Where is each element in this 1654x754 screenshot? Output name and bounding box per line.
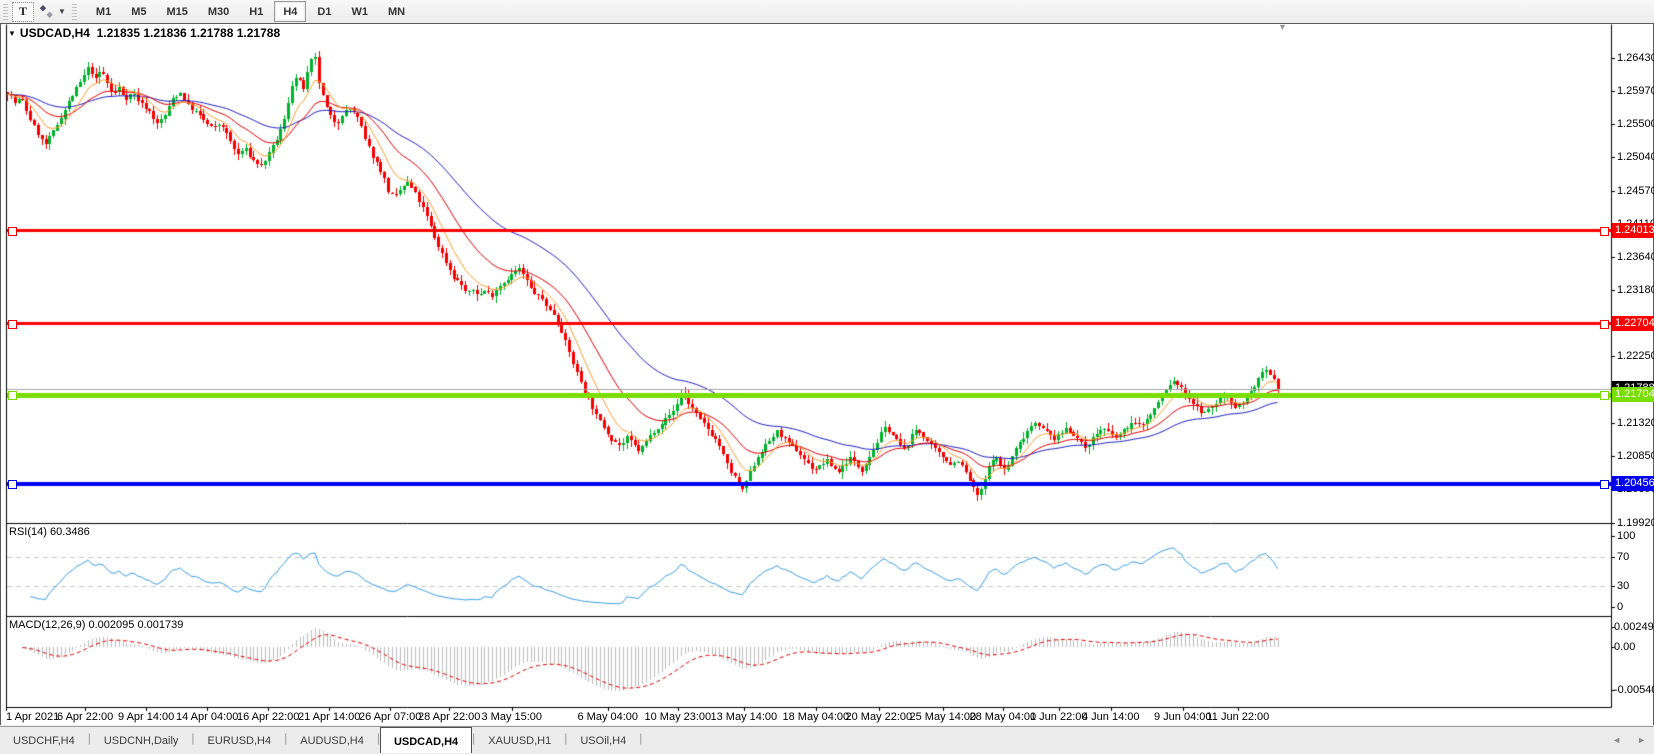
date-axis-label: 18 May 04:00 [783,711,850,723]
date-axis-label: 1 Apr 2021 [6,711,59,723]
date-axis-label: 4 Jun 14:00 [1082,711,1140,723]
line-drag-handle[interactable] [1600,227,1609,236]
chart-tab-usdcnh[interactable]: USDCNH,Daily [91,728,192,751]
price-axis-tick: 1.25040 [1617,151,1654,163]
date-axis-label: 13 May 14:00 [711,711,778,723]
date-axis-label: 21 Apr 14:00 [298,711,360,723]
rsi-axis-tick: 30 [1617,580,1629,592]
price-line-flag-1.24013: 1.24013 [1612,223,1654,238]
style-tool-button[interactable] [36,3,56,21]
rsi-value: 60.3486 [50,526,90,538]
price-axis-tick: 1.23180 [1617,284,1654,296]
chart-tab-eurusd[interactable]: EURUSD,H4 [195,728,285,751]
chart-tab-usdcad[interactable]: USDCAD,H4 [380,727,472,753]
price-axis-tick: 1.23640 [1617,251,1654,263]
price-chart-canvas[interactable] [1,24,1653,725]
date-axis-label: 1 Jun 22:00 [1030,711,1088,723]
macd-signal-value: 0.001739 [137,619,183,631]
date-axis-label: 25 May 14:00 [910,711,977,723]
text-tool-button[interactable]: T [12,2,34,22]
macd-main-value: 0.002095 [88,619,134,631]
price-axis-tick: 1.25970 [1617,85,1654,97]
timeframe-button-m5[interactable]: M5 [122,1,155,22]
macd-axis-tick: 0.00 [1614,641,1635,653]
line-drag-handle[interactable] [1600,480,1609,489]
price-axis-tick: 1.26430 [1617,52,1654,64]
line-drag-handle[interactable] [8,391,17,400]
toolbar-grip[interactable] [3,4,8,20]
chart-dropdown-icon[interactable]: ▼ [8,29,16,38]
date-axis-label: 10 May 23:00 [645,711,712,723]
date-axis-label: 28 Apr 22:00 [418,711,480,723]
shift-marker-icon[interactable]: ▼ [1278,22,1287,32]
timeframe-button-m30[interactable]: M30 [199,1,238,22]
price-axis-tick: 1.19920 [1617,517,1654,529]
price-line-flag-1.21704: 1.21704 [1612,387,1654,402]
date-axis-label: 20 May 22:00 [846,711,913,723]
price-axis-tick: 1.20850 [1617,450,1654,462]
rsi-axis-tick: 100 [1617,530,1635,542]
timeframe-toolbar: M1M5M15M30H1H4D1W1MN [86,1,415,22]
date-axis-label: 16 Apr 22:00 [237,711,299,723]
line-drag-handle[interactable] [1600,320,1609,329]
timeframe-button-d1[interactable]: D1 [308,1,340,22]
date-axis-label: 9 Apr 14:00 [118,711,174,723]
toolbar-grip-2[interactable] [72,4,77,20]
timeframe-button-mn[interactable]: MN [379,1,414,22]
timeframe-button-m15[interactable]: M15 [157,1,196,22]
chart-window: ▼ USDCAD,H4 1.21835 1.21836 1.21788 1.217… [0,23,1654,725]
macd-axis-tick: 0.00249 [1614,621,1654,633]
rsi-label: RSI(14) 60.3486 [9,526,90,538]
chart-tab-usdchf[interactable]: USDCHF,H4 [0,728,88,751]
top-toolbar: T ▼ M1M5M15M30H1H4D1W1MN [0,0,1654,24]
price-axis-tick: 1.21320 [1617,417,1654,429]
date-axis-label: 28 May 04:00 [970,711,1037,723]
rsi-axis-tick: 0 [1617,601,1623,613]
line-drag-handle[interactable] [1600,391,1609,400]
dropdown-caret-icon[interactable]: ▼ [58,7,66,16]
line-drag-handle[interactable] [8,320,17,329]
date-axis-label: 6 Apr 22:00 [57,711,113,723]
macd-axis-tick: -0.005403 [1614,684,1654,696]
date-axis-label: 6 May 04:00 [578,711,639,723]
price-line-flag-1.22704: 1.22704 [1612,316,1654,331]
style-arrows-icon [39,4,54,19]
timeframe-button-h4[interactable]: H4 [274,1,306,22]
price-axis-tick: 1.25500 [1617,118,1654,130]
chart-ohlc-values: 1.21835 1.21836 1.21788 1.21788 [97,26,281,40]
chart-tab-usoil[interactable]: USOil,H4 [567,728,639,751]
timeframe-button-w1[interactable]: W1 [342,1,377,22]
date-axis-label: 3 May 15:00 [482,711,543,723]
tab-separator: | [639,731,642,745]
macd-title: MACD(12,26,9) [9,619,85,631]
price-line-flag-1.20456: 1.20456 [1612,476,1654,491]
timeframe-button-h1[interactable]: H1 [240,1,272,22]
chart-title: ▼ USDCAD,H4 1.21835 1.21836 1.21788 1.217… [8,26,280,40]
chart-tab-xauusd[interactable]: XAUUSD,H1 [475,728,564,751]
rsi-axis-tick: 70 [1617,551,1629,563]
text-tool-icon: T [19,4,27,19]
line-drag-handle[interactable] [8,227,17,236]
chart-tab-bar: USDCHF,H4|USDCNH,Daily|EURUSD,H4|AUDUSD,… [0,726,1654,754]
date-axis-label: 11 Jun 22:00 [1207,711,1270,723]
macd-label: MACD(12,26,9) 0.002095 0.001739 [9,619,183,631]
rsi-title: RSI(14) [9,526,47,538]
chart-symbol-label: USDCAD,H4 [20,26,90,40]
date-axis-label: 9 Jun 04:00 [1154,711,1212,723]
chart-tab-audusd[interactable]: AUDUSD,H4 [287,728,377,751]
timeframe-button-m1[interactable]: M1 [87,1,120,22]
price-axis-tick: 1.24570 [1617,185,1654,197]
tab-scroll-left-icon[interactable]: ◄ [1612,735,1621,745]
tab-scroll-right-icon[interactable]: ► [1637,735,1646,745]
date-axis-label: 14 Apr 04:00 [176,711,238,723]
price-axis-tick: 1.22250 [1617,350,1654,362]
date-axis-label: 26 Apr 07:00 [359,711,421,723]
line-drag-handle[interactable] [8,480,17,489]
